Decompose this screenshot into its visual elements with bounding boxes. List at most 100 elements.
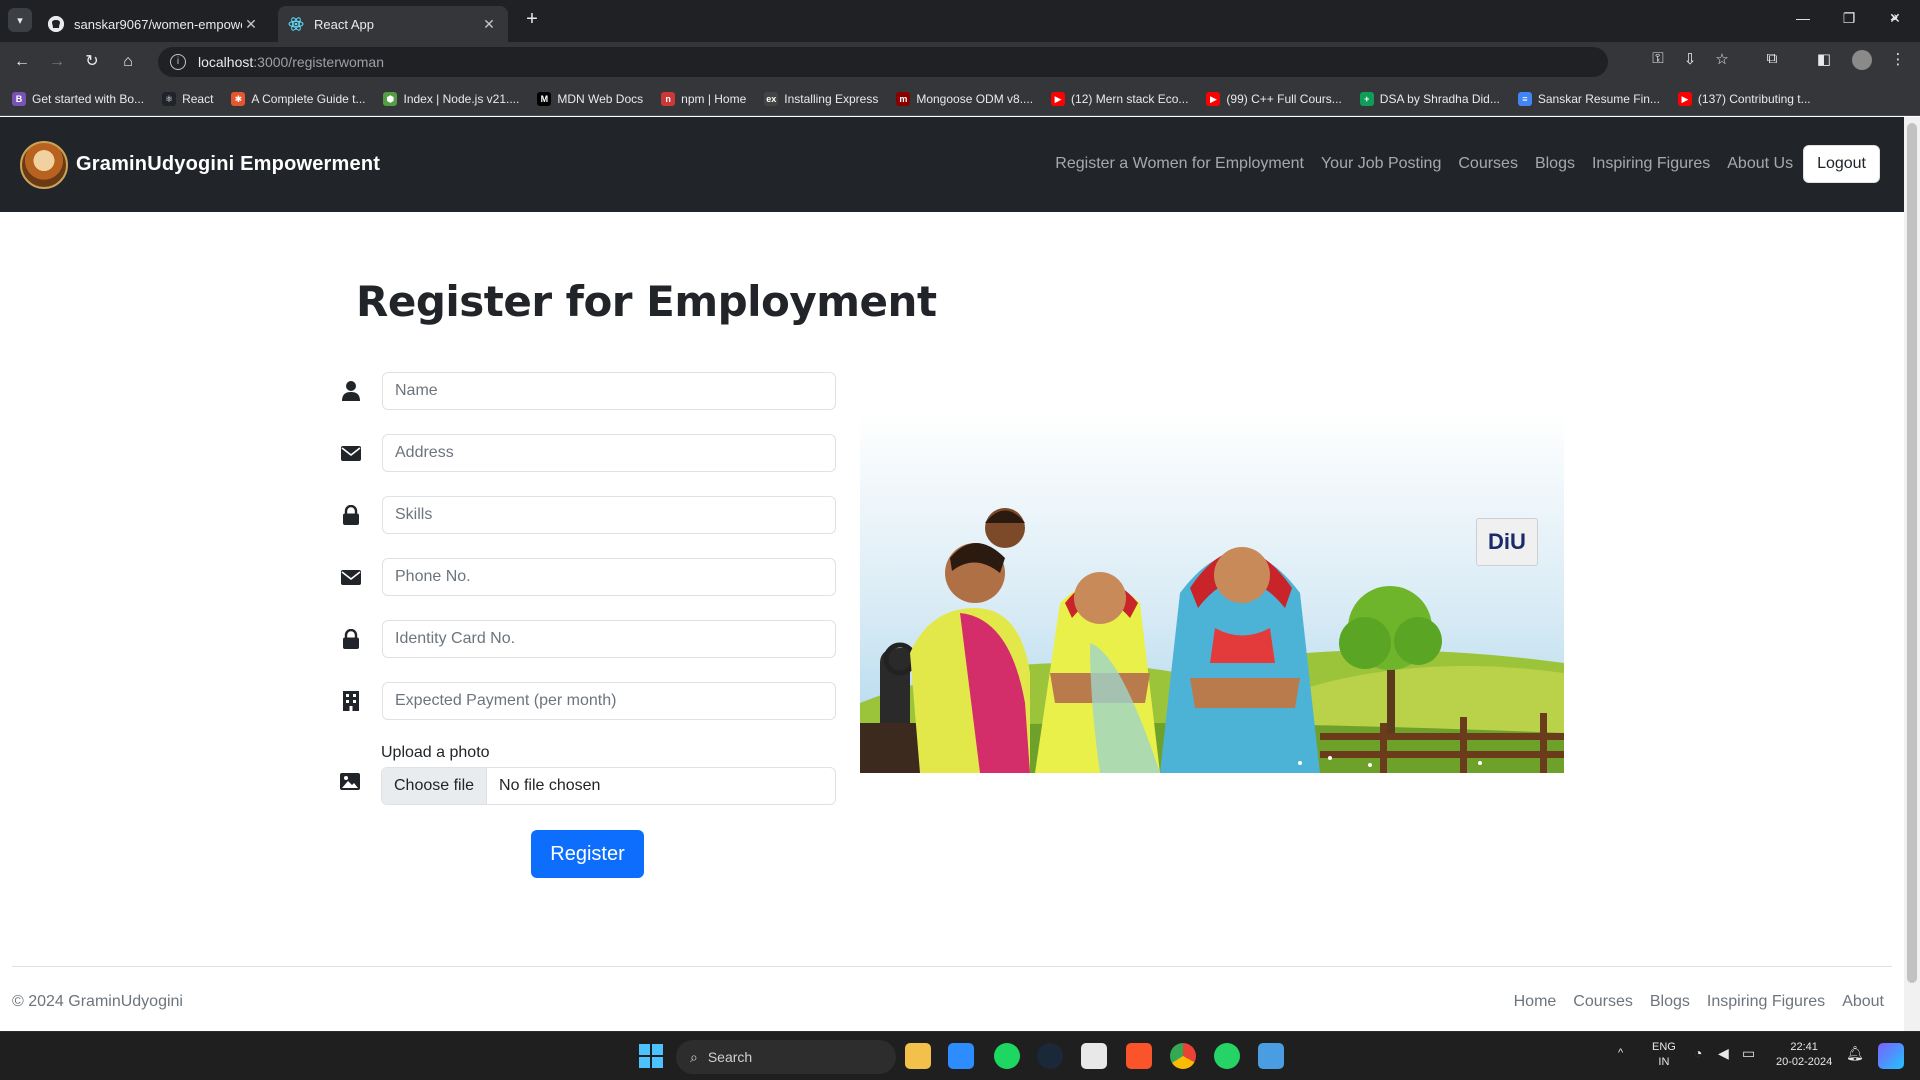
form-row-address: Address [340,434,836,472]
reload-icon[interactable]: ↻ [80,50,104,74]
bookmark-item[interactable]: ▶ (137) Contributing t... [1677,91,1811,106]
expected-payment-input[interactable]: Expected Payment (per month) [382,682,836,720]
bookmark-item[interactable]: ▶ (12) Mern stack Eco... [1051,91,1188,106]
nav-link-blogs[interactable]: Blogs [1535,155,1575,173]
search-icon: ⌕ [690,1048,698,1065]
brave-icon[interactable] [1126,1043,1152,1069]
logout-button[interactable]: Logout [1803,145,1880,183]
notion-icon[interactable] [1081,1043,1107,1069]
bookmark-item[interactable]: m Mongoose ODM v8.... [896,91,1033,106]
identity-card-input[interactable]: Identity Card No. [382,620,836,658]
photo-file-input[interactable]: Choose file No file chosen [381,767,836,805]
bookmark-label: (137) Contributing t... [1697,91,1811,106]
browser-toolbar: ← → ↻ ⌂ i localhost:3000/registerwoman ⚿… [0,42,1920,82]
site-info-icon[interactable]: i [170,54,186,70]
envelope-icon [340,442,362,464]
profile-avatar-icon[interactable] [1850,50,1874,74]
region-code: IN [1658,1056,1670,1068]
footer-link-about[interactable]: About [1842,993,1884,1011]
spotify-icon[interactable] [994,1043,1020,1069]
copilot-icon[interactable] [1878,1043,1904,1069]
side-panel-icon[interactable]: ◧ [1812,50,1836,68]
close-tab-icon[interactable]: ✕ [242,16,260,33]
volume-icon[interactable]: ◀ [1718,1046,1729,1061]
steam-icon[interactable] [1037,1043,1063,1069]
no-file-chosen-text: No file chosen [499,777,601,794]
nav-link-inspiring-figures[interactable]: Inspiring Figures [1592,155,1710,173]
footer-link-home[interactable]: Home [1514,993,1557,1011]
clock-date: 20-02-2024 [1776,1056,1833,1068]
brand-logo[interactable] [20,141,68,189]
browser-menu-icon[interactable]: ⋮ [1886,50,1910,68]
password-key-icon[interactable]: ⚿ [1646,50,1670,67]
form-row-payment: Expected Payment (per month) [340,682,836,720]
notepad-icon[interactable] [1258,1043,1284,1069]
page-viewport: GraminUdyogini Empowerment Register a Wo… [0,117,1904,1031]
bookmark-label: Sanskar Resume Fin... [1537,91,1660,106]
file-explorer-icon[interactable] [905,1043,931,1069]
name-input[interactable]: Name [382,372,836,410]
phone-input[interactable]: Phone No. [382,558,836,596]
new-tab-button[interactable]: + [520,8,544,31]
bookmark-item[interactable]: ex Installing Express [764,91,878,106]
skills-input[interactable]: Skills [382,496,836,534]
clock[interactable]: 22:41 20-02-2024 [1776,1040,1832,1070]
whatsapp-icon[interactable] [1214,1043,1240,1069]
bookmark-star-icon[interactable]: ☆ [1710,50,1734,68]
brand-name[interactable]: GraminUdyogini Empowerment [76,153,380,176]
forward-icon[interactable]: → [45,50,69,74]
windows-start-icon[interactable] [638,1043,664,1069]
language-indicator[interactable]: ENG IN [1652,1040,1676,1070]
nav-link-courses[interactable]: Courses [1458,155,1518,173]
choose-file-button[interactable]: Choose file [382,768,488,804]
windows-taskbar: ⌕ Search ^ ENG IN ◔ ◀ ▭ 22:41 20-02-2024… [0,1031,1920,1080]
taskbar-search-label: Search [707,1049,753,1065]
tray-overflow-icon[interactable]: ^ [1618,1046,1623,1061]
footer-link-blogs[interactable]: Blogs [1650,993,1690,1011]
nav-link-register-women[interactable]: Register a Women for Employment [1055,155,1304,173]
close-tab-icon[interactable]: ✕ [480,16,498,33]
bookmark-item[interactable]: B Get started with Bo... [12,91,144,106]
battery-icon[interactable]: ▭ [1742,1046,1755,1061]
footer-link-inspiring-figures[interactable]: Inspiring Figures [1707,993,1825,1011]
user-icon [340,380,362,402]
tab-title: React App [314,16,374,32]
scrollbar-thumb[interactable] [1907,123,1917,983]
vscode-icon[interactable] [948,1043,974,1069]
form-row-name: Name [340,372,836,410]
minimize-icon[interactable]: — [1780,10,1826,26]
bookmark-item[interactable]: ⬢ Index | Node.js v21.... [383,91,519,106]
nav-links: Register a Women for Employment Your Job… [1038,145,1880,183]
home-icon[interactable]: ⌂ [116,50,140,74]
more-bookmarks-icon[interactable]: » [1890,8,1898,24]
nav-link-job-posting[interactable]: Your Job Posting [1321,155,1441,173]
tab-search-button[interactable]: ▾ [8,8,32,32]
back-icon[interactable]: ← [10,50,34,74]
install-app-icon[interactable]: ⇩ [1678,50,1702,68]
bookmark-item[interactable]: ▶ (99) C++ Full Cours... [1206,91,1342,106]
upload-photo-label: Upload a photo [381,744,490,761]
chrome-icon[interactable] [1170,1043,1196,1069]
address-bar[interactable]: i localhost:3000/registerwoman [158,47,1608,77]
footer-link-courses[interactable]: Courses [1573,993,1633,1011]
restore-icon[interactable]: ❐ [1826,10,1872,27]
register-button[interactable]: Register [531,830,644,878]
page-scrollbar[interactable] [1904,117,1920,1031]
browser-tab-react-app[interactable]: React App ✕ [278,6,508,42]
github-icon [48,16,64,32]
notification-bell-icon[interactable]: 🔔︎ [1846,1046,1864,1061]
extensions-icon[interactable]: ⧉ [1760,50,1784,67]
browser-tab-github[interactable]: sanskar9067/women-empowern ✕ [38,6,270,42]
taskbar-search[interactable]: ⌕ Search [676,1040,896,1074]
address-input[interactable]: Address [382,434,836,472]
nav-link-about-us[interactable]: About Us [1727,155,1793,173]
url-text: localhost:3000/registerwoman [198,54,384,70]
bookmark-favicon-icon: ex [764,91,779,106]
bookmark-item[interactable]: M MDN Web Docs [537,91,643,106]
wifi-icon[interactable]: ◔ [1694,1046,1702,1061]
bookmark-item[interactable]: n npm | Home [661,91,746,106]
bookmark-item[interactable]: ≡ Sanskar Resume Fin... [1517,91,1660,106]
bookmark-item[interactable]: ⚛ React [162,91,213,106]
bookmark-item[interactable]: + DSA by Shradha Did... [1359,91,1500,106]
bookmark-item[interactable]: ✱ A Complete Guide t... [231,91,365,106]
